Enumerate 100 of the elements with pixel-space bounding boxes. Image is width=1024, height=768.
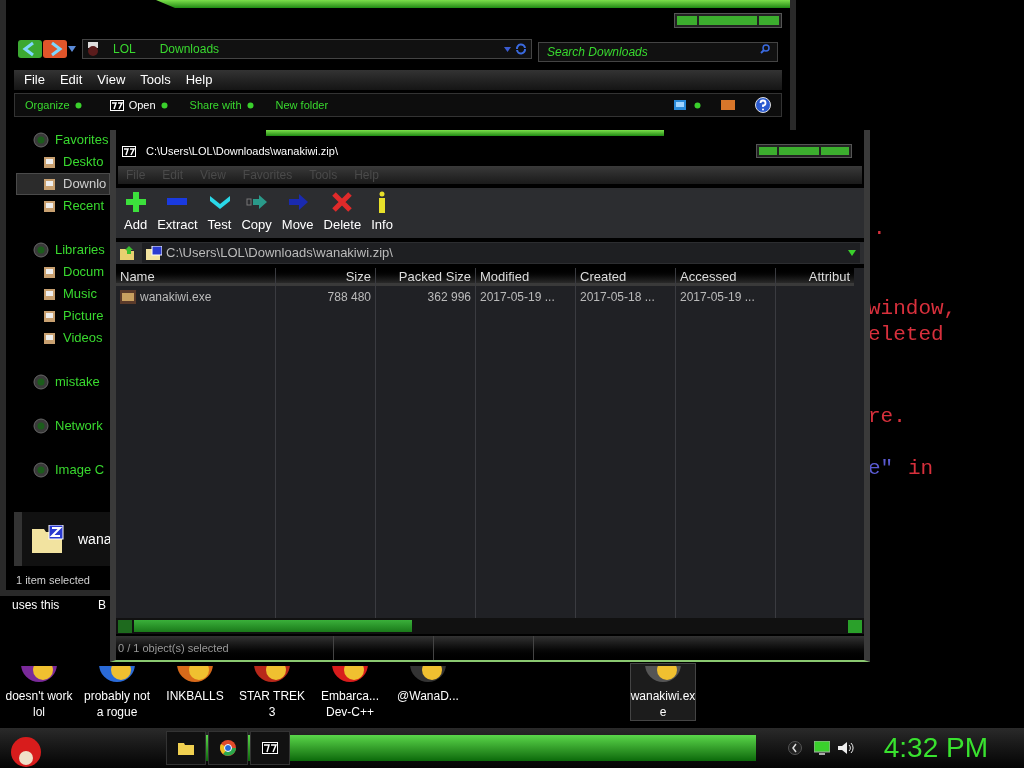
search-icon (760, 44, 770, 54)
icon-label: wanakiwi.ex (630, 688, 696, 704)
icon-label: 3 (268, 704, 276, 720)
sidebar-item[interactable]: Picture (16, 305, 110, 327)
zip-icon (146, 246, 162, 260)
dropdown-icon[interactable] (848, 250, 856, 256)
breadcrumb-item[interactable]: Downloads (149, 40, 230, 58)
taskbar-button[interactable] (208, 731, 248, 765)
sidebar-item[interactable]: Downlo (16, 173, 110, 195)
dot-icon (246, 101, 254, 109)
toolbar-button[interactable]: Add (122, 190, 150, 234)
column-header[interactable]: Created (576, 268, 675, 286)
sidebar-item[interactable]: Videos (16, 327, 110, 349)
sidebar-item[interactable]: Recent (16, 195, 110, 217)
folder-icon (43, 331, 57, 345)
column-header[interactable]: Accessed (676, 268, 775, 286)
orb-icon (33, 374, 49, 390)
forward-button[interactable] (43, 40, 67, 58)
icon-label: @WanaD... (397, 688, 459, 704)
toolbar-button[interactable]: Info (369, 190, 395, 234)
speaker-icon[interactable] (837, 741, 854, 755)
console-text: . (873, 218, 886, 239)
column-header[interactable]: Packed Size (376, 268, 475, 286)
status-text: 0 / 1 object(s) selected (116, 636, 334, 660)
icon-label: STAR TREK (238, 688, 306, 704)
desktop-icon[interactable]: doesn't work lol (4, 663, 74, 721)
icon-label: probably not (83, 688, 150, 704)
icon-label: Dev-C++ (326, 704, 374, 720)
sidebar-item[interactable]: mistake (16, 371, 110, 393)
column-header[interactable]: Name (116, 268, 275, 286)
archive-icon (122, 145, 136, 157)
icon-label: doesn't work (5, 688, 73, 704)
console-text: re. (868, 406, 906, 427)
sidebar-item[interactable]: Image C (16, 459, 110, 481)
sidebar-item[interactable]: Libraries (16, 239, 110, 261)
sidebar-item[interactable]: Network (16, 415, 110, 437)
folder-icon (43, 287, 57, 301)
info-icon (378, 190, 387, 213)
chevron-icon[interactable] (787, 741, 802, 755)
icon-label: a rogue (96, 704, 138, 720)
table-cell-text: 788 480 (326, 289, 372, 306)
column-header[interactable]: Attribut (776, 268, 854, 286)
icon-label: Embarca... (321, 688, 379, 704)
folder-icon (178, 741, 194, 755)
sidebar-item[interactable]: Music (16, 283, 110, 305)
breadcrumb-item[interactable]: LOL (103, 40, 146, 58)
folder-icon (43, 199, 57, 213)
toolbar-button[interactable]: New folder (275, 96, 329, 114)
app-icon (19, 666, 59, 682)
toolbar-button[interactable]: Share with (189, 96, 254, 114)
table-cell-text: 2017-05-19 ... (679, 289, 756, 306)
back-button[interactable] (18, 40, 42, 58)
column-header[interactable]: Modified (476, 268, 575, 286)
folder-up-icon[interactable] (120, 246, 136, 260)
minus-icon (167, 198, 188, 205)
dot-icon (160, 101, 168, 109)
address-bar[interactable]: LOL Downloads (82, 39, 532, 59)
sidebar-item[interactable]: Docum (16, 261, 110, 283)
path-text: C:\Users\LOL\Downloads\wanakiwi.zip\ (166, 244, 394, 263)
dropdown-icon[interactable] (68, 46, 76, 52)
search-field[interactable]: Search Downloads (538, 42, 778, 62)
column-header[interactable]: Size (276, 268, 375, 286)
plus-icon (124, 190, 147, 213)
menu-item[interactable]: Help (185, 70, 213, 90)
taskbar-button[interactable] (250, 731, 290, 765)
clock: 4:32 PM (883, 731, 988, 765)
path-field[interactable]: C:\Users\LOL\Downloads\wanakiwi.zip\ (142, 243, 860, 263)
toolbar-button[interactable]: Test (205, 190, 234, 234)
folder-icon (43, 155, 57, 169)
toolbar-button[interactable]: Organize (25, 96, 82, 114)
table-cell-text: 2017-05-19 ... (479, 289, 556, 306)
horizontal-scrollbar[interactable] (116, 618, 864, 634)
dot-icon (74, 101, 82, 109)
icon-label: uses this (12, 597, 60, 614)
toolbar-button[interactable]: Move (279, 190, 316, 234)
zip-folder-icon (32, 525, 66, 553)
taskbar-button[interactable] (166, 731, 206, 765)
icon-label: e (659, 704, 667, 720)
console-text: e" (868, 458, 894, 479)
monitor-icon[interactable] (813, 741, 830, 755)
file-icon (120, 290, 136, 304)
folder-icon (43, 265, 57, 279)
menu-item[interactable]: Tools (140, 70, 171, 90)
toolbar-button[interactable]: Extract (155, 190, 200, 234)
browser-icon (220, 740, 236, 756)
table-cell-text: 2017-05-18 ... (579, 289, 656, 306)
status-text: 1 item selected (16, 573, 91, 588)
toolbar-button[interactable]: Delete (321, 190, 364, 234)
help-icon[interactable] (755, 97, 771, 113)
sidebar-item[interactable]: Deskto (16, 151, 110, 173)
menu-item[interactable]: File (24, 70, 45, 90)
menu-item[interactable]: View (97, 70, 126, 90)
toolbar-button[interactable]: Copy (239, 190, 274, 234)
toolbar-button[interactable]: Open (109, 96, 168, 114)
sidebar-item[interactable]: Favorites (16, 129, 110, 151)
desktop-icon[interactable]: wanakiwi.ex e (629, 663, 697, 721)
orb-icon (33, 462, 49, 478)
refresh-icon[interactable] (515, 43, 527, 55)
menu-item[interactable]: Edit (59, 70, 83, 90)
dot-icon (694, 101, 701, 109)
